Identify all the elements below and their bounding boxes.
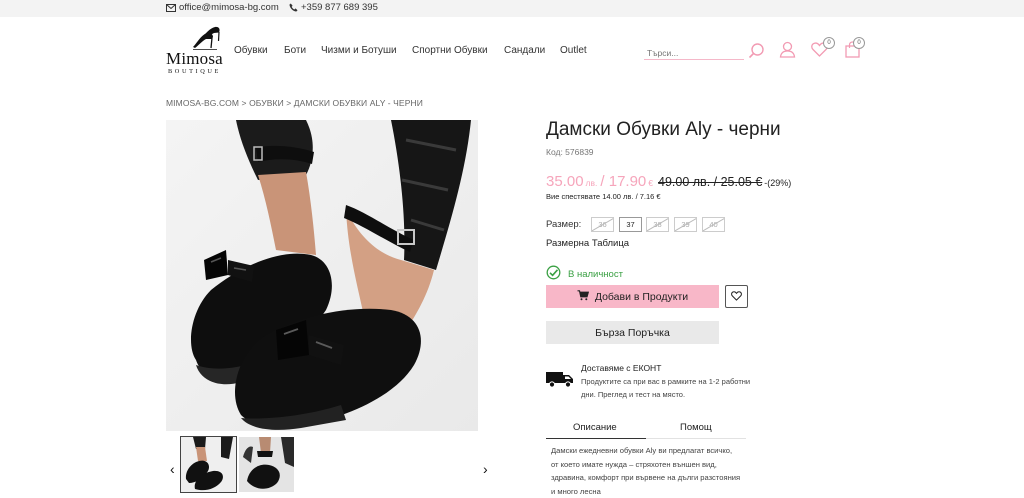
site-logo[interactable]: Mimosa BOUTIQUE [165, 25, 225, 79]
price-old: 49.00 лв. / 25.05 € [658, 175, 763, 189]
product-description: Дамски ежедневни обувки Aly ви предлагат… [551, 446, 741, 496]
check-circle-icon [546, 265, 561, 283]
mail-icon [166, 3, 176, 12]
nav-item-sportni[interactable]: Спортни Обувки [412, 45, 488, 56]
gallery-prev-arrow[interactable]: ‹ [170, 461, 175, 477]
quick-order-button[interactable]: Бърза Поръчка [546, 321, 719, 344]
heart-icon [731, 288, 742, 306]
price-new-eur-unit: € [648, 178, 653, 188]
price-new-eur: / 17.90 [600, 173, 647, 190]
stock-text: В наличност [568, 268, 623, 280]
cart-count-badge: 0 [853, 37, 865, 49]
search-input[interactable] [644, 46, 746, 60]
size-option-39[interactable]: 39 [674, 217, 697, 232]
wishlist-count-badge: 0 [823, 37, 835, 49]
tab-divider [646, 438, 746, 439]
product-tabs: Описание Помощ [546, 419, 746, 439]
top-contact-bar: office@mimosa-bg.com +359 877 689 395 [0, 0, 1024, 17]
size-table-link[interactable]: Размерна Таблица [546, 238, 629, 249]
delivery-text: Продуктите са при вас в рамките на 1-2 р… [581, 377, 751, 399]
price-new-bgn-unit: лв. [585, 178, 598, 188]
price-new-bgn: 35.00 [546, 173, 584, 190]
product-code: Код: 576839 [546, 147, 594, 157]
add-to-cart-button[interactable]: Добави в Продукти [546, 285, 719, 308]
size-option-36[interactable]: 36 [591, 217, 614, 232]
savings-text: Вие спестявате 14.00 лв. / 7.16 € [546, 192, 661, 201]
size-option-40[interactable]: 40 [702, 217, 725, 232]
nav-item-boti[interactable]: Боти [284, 45, 306, 56]
active-tab-indicator [546, 438, 646, 439]
add-to-cart-label: Добави в Продукти [594, 290, 689, 303]
size-option-38[interactable]: 38 [646, 217, 669, 232]
phone-icon [289, 3, 298, 12]
nav-item-obuvki[interactable]: Обувки [234, 45, 268, 56]
tab-description[interactable]: Описание [573, 422, 617, 433]
user-icon[interactable] [779, 41, 796, 63]
logo-name: Mimosa [166, 49, 223, 68]
gallery-thumbnail[interactable] [180, 436, 237, 493]
stock-status: В наличност [546, 265, 623, 283]
nav-item-chizmi[interactable]: Чизми и Ботуши [321, 45, 397, 56]
tab-help[interactable]: Помощ [680, 422, 712, 433]
email-text: office@mimosa-bg.com [179, 2, 279, 13]
discount-percent: -(29%) [764, 178, 792, 188]
cart-icon [577, 289, 589, 304]
product-main-image[interactable] [166, 120, 478, 431]
email-contact[interactable]: office@mimosa-bg.com [166, 2, 279, 13]
phone-contact[interactable]: +359 877 689 395 [289, 2, 378, 13]
gallery-next-arrow[interactable]: › [483, 461, 488, 477]
size-label: Размер: [546, 219, 582, 230]
search-icon[interactable] [748, 42, 765, 64]
phone-text: +359 877 689 395 [301, 2, 378, 13]
breadcrumb[interactable]: MIMOSA-BG.COM > ОБУВКИ > ДАМСКИ ОБУВКИ A… [166, 98, 423, 108]
search-box [644, 43, 746, 60]
size-option-37[interactable]: 37 [619, 217, 642, 232]
product-title: Дамски Обувки Aly - черни [546, 119, 781, 140]
delivery-title: Доставяме с ЕКОНТ [581, 363, 662, 373]
gallery-thumbnail[interactable] [239, 437, 294, 492]
nav-item-outlet[interactable]: Outlet [560, 45, 587, 56]
logo-tagline: BOUTIQUE [168, 68, 221, 75]
price-row: 35.00 лв. / 17.90 € 49.00 лв. / 25.05 € … [546, 173, 791, 190]
add-to-wishlist-button[interactable] [725, 285, 748, 308]
nav-item-sandali[interactable]: Сандали [504, 45, 545, 56]
truck-icon [546, 371, 574, 393]
